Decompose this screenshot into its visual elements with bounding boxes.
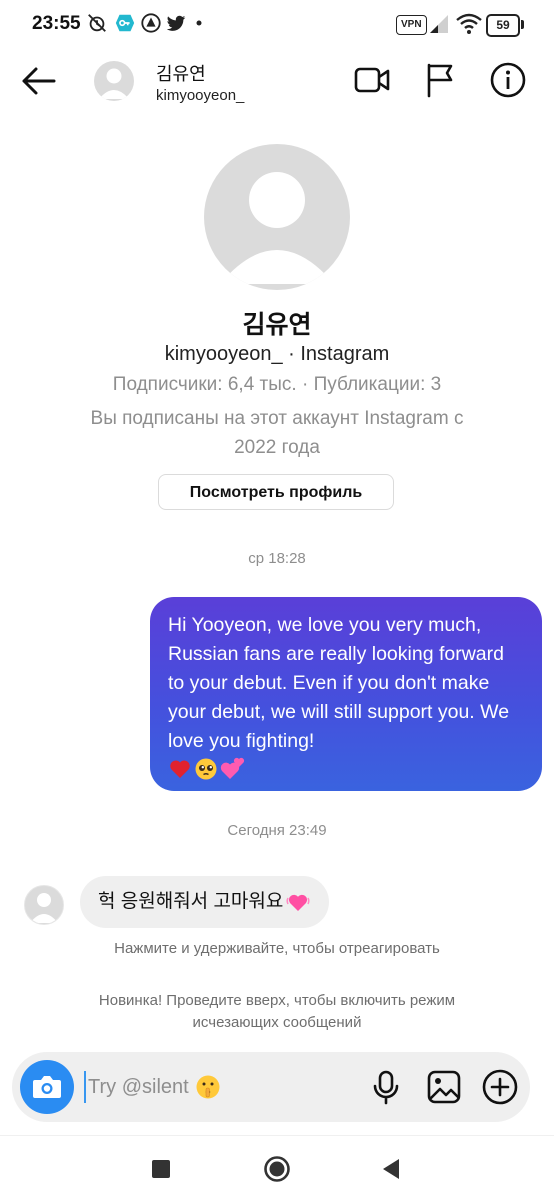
app-icon [141,13,161,33]
microphone-icon[interactable] [366,1067,406,1107]
profile-subtitle: kimyooyeon_ · Instagram [164,343,390,365]
dot-icon [196,20,202,26]
vanish-mode-hint: Новинка! Проведите вверх, чтобы включить… [0,990,554,1034]
status-bar: 23:55 VPN 59 [0,0,554,50]
info-icon[interactable] [488,60,528,100]
message-placeholder: Try @silent [88,1074,221,1100]
view-profile-button[interactable]: Посмотреть профиль [158,474,394,510]
vpn-badge: VPN [396,15,427,35]
video-call-icon[interactable] [352,60,392,100]
key-icon [115,14,135,32]
battery-tip [521,20,524,29]
back-arrow-icon[interactable] [20,62,58,100]
shushing-face-icon [196,1075,220,1099]
camera-button[interactable] [20,1060,74,1114]
recents-button-icon[interactable] [150,1158,172,1180]
outgoing-emojis [168,756,524,782]
header-username[interactable]: kimyooyeon_ [156,87,244,104]
twitter-icon [166,15,186,31]
react-hint: Нажмите и удерживайте, чтобы отреагирова… [114,940,440,957]
timestamp: ср 18:28 [248,550,306,567]
avatar-placeholder-icon [220,172,334,284]
incoming-message-bubble[interactable]: 헉 응원해줘서 고마워요 [80,876,330,928]
red-heart-icon [170,760,190,778]
flag-icon[interactable] [420,60,460,100]
growing-heart-icon [286,894,310,911]
silent-alarm-icon [88,14,106,32]
back-button-icon[interactable] [380,1157,402,1181]
profile-avatar[interactable] [204,144,350,290]
text-caret [84,1071,86,1103]
header-name[interactable]: 김유연 [156,60,206,86]
timestamp: Сегодня 23:49 [227,822,327,839]
avatar-placeholder-icon [30,893,58,923]
profile-follow-info: Вы подписаны на этот аккаунт Instagram с… [0,404,554,462]
gallery-icon[interactable] [424,1067,464,1107]
avatar-placeholder-icon [99,68,129,99]
wifi-icon [456,13,482,34]
camera-icon [33,1076,61,1098]
profile-stats: Подписчики: 6,4 тыс. · Публикации: 3 [112,374,442,395]
follow-line-1: Вы подписаны на этот аккаунт Instagram с [90,408,464,429]
pleading-face-icon [195,758,217,780]
profile-name: 김유연 [242,311,312,339]
incoming-message-text: 헉 응원해줘서 고마워요 [98,891,284,912]
header-avatar[interactable] [94,61,134,101]
two-hearts-icon [220,757,245,779]
sender-avatar[interactable] [24,885,64,925]
vanish-hint-line-2: исчезающих сообщений [192,1014,362,1031]
follow-line-2: 2022 года [234,437,320,458]
add-icon[interactable] [480,1067,520,1107]
system-nav-bar [0,1135,554,1201]
home-button-icon[interactable] [263,1155,291,1183]
outgoing-message-bubble[interactable]: Hi Yooyeon, we love you very much, Russi… [150,597,542,791]
battery-icon: 59 [486,14,520,37]
vanish-hint-line-1: Новинка! Проведите вверх, чтобы включить… [98,992,456,1009]
status-time: 23:55 [32,13,81,34]
outgoing-message-text: Hi Yooyeon, we love you very much, Russi… [168,614,510,752]
placeholder-text: Try @silent [88,1075,189,1098]
signal-icon [430,15,448,33]
